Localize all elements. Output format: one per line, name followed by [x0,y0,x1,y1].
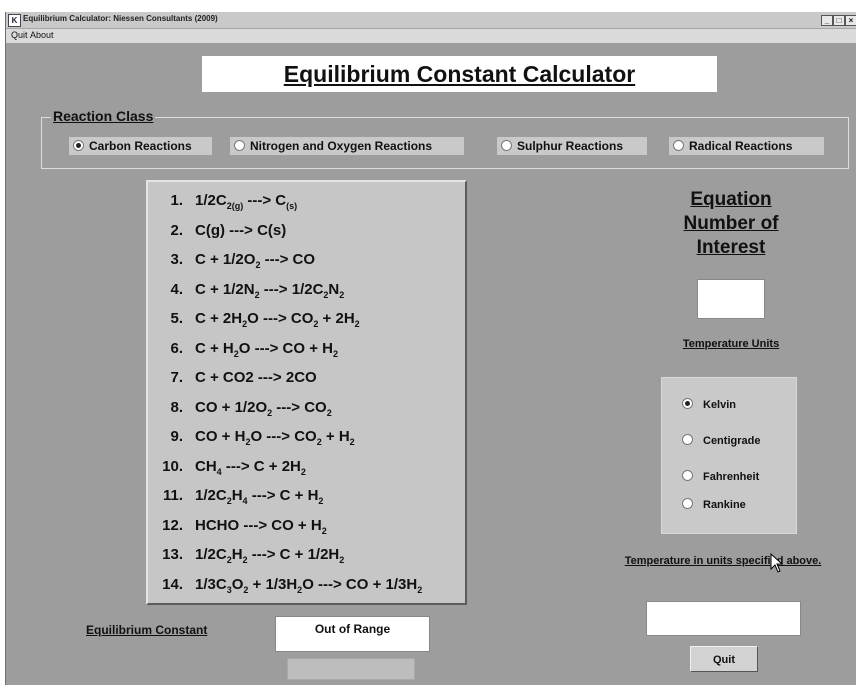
reaction-class-group: Reaction Class Carbon Reactions Nitrogen… [41,108,849,169]
equation-item[interactable]: 8. CO + 1/2O2 ---> CO2 [148,394,465,422]
equation-text: 1/2C2H2 ---> C + 1/2H2 [195,546,345,565]
equation-text: C + 1/2O2 ---> CO [195,251,316,270]
radio-label: Nitrogen and Oxygen Reactions [250,139,433,153]
radio-label: Rankine [703,499,746,511]
equation-text: 1/3C3O2 + 1/3H2O ---> CO + 1/3H2 [195,575,423,595]
equation-list[interactable]: 1. 1/2C2(g) ---> C(s) 2. C(g) ---> C(s) 3. C … [146,180,467,605]
radio-label: Centigrade [703,435,761,447]
equation-text: CH4 ---> C + 2H2 [195,457,306,477]
equation-number: 2. [170,221,183,239]
equation-item[interactable]: 14. 1/3C3O2 + 1/3H2O ---> CO + 1/3H2 [148,571,465,599]
equation-number: 12. [162,516,183,534]
app-window: K Equilibrium Calculator: Niessen Consul… [5,12,856,685]
minimize-icon[interactable]: _ [821,15,833,26]
radio-indicator [682,470,693,481]
temperature-input[interactable] [646,601,801,636]
temperature-input-label: Temperature in units specified above. [624,555,822,567]
equation-number: 4. [170,280,183,298]
equation-number: 1. [170,192,183,209]
equation-item[interactable]: 13. 1/2C2H2 ---> C + 1/2H2 [148,541,465,569]
equation-number: 5. [170,310,183,327]
radio-label: Fahrenheit [703,471,760,483]
equilibrium-constant-label: Equilibrium Constant [86,623,208,637]
equation-number: 7. [170,369,183,386]
equation-item[interactable]: 10. CH4 ---> C + 2H2 [148,453,465,481]
equation-item[interactable]: 12. HCHO ---> CO + H2 [148,512,465,540]
equation-text: C(g) ---> C(s) [195,221,287,239]
temperature-units-panel: Kelvin Centigrade Fahrenheit Rankine [661,377,797,534]
equation-number: 14. [162,575,183,593]
equation-number-input[interactable] [697,279,765,319]
close-icon[interactable]: × [845,15,856,26]
radio-label: Carbon Reactions [89,139,192,153]
menu-about[interactable]: About [30,30,54,40]
radio-indicator [682,498,693,509]
radio-radical[interactable]: Radical Reactions [669,137,824,155]
equation-number: 9. [170,428,183,445]
reaction-class-label: Reaction Class [51,108,156,124]
radio-fahrenheit[interactable]: Fahrenheit [682,470,759,483]
heading-box: Equilibrium Constant Calculator [202,56,717,92]
radio-label: Kelvin [703,399,737,411]
equation-text: CO + 1/2O2 ---> CO2 [195,398,332,418]
equation-text: 1/2C2H4 ---> C + H2 [195,487,324,506]
equation-text: 1/2C2(g) ---> C(s) [195,192,298,211]
equation-text: C + H2O ---> CO + H2 [195,339,338,359]
radio-rankine[interactable]: Rankine [682,498,746,511]
equation-item[interactable]: 3. C + 1/2O2 ---> CO [148,246,465,274]
radio-label: Radical Reactions [689,139,793,153]
equation-item[interactable]: 7. C + CO2 ---> 2CO [148,364,465,392]
title-bar[interactable]: K Equilibrium Calculator: Niessen Consul… [6,12,856,29]
radio-label: Sulphur Reactions [517,139,624,153]
radio-sulphur[interactable]: Sulphur Reactions [497,137,647,155]
menu-bar: Quit About [6,29,856,43]
radio-kelvin[interactable]: Kelvin [682,398,736,411]
equation-number: 8. [170,398,183,416]
quit-button[interactable]: Quit [690,646,758,672]
equation-number: 11. [162,487,183,504]
equation-number: 10. [162,457,183,475]
equation-item[interactable]: 6. C + H2O ---> CO + H2 [148,335,465,363]
window-title: Equilibrium Calculator: Niessen Consulta… [23,14,218,23]
equation-item[interactable]: 4. C + 1/2N2 ---> 1/2C2N2 [148,276,465,304]
equation-item[interactable]: 2. C(g) ---> C(s) [148,217,465,245]
equation-text: C + 1/2N2 ---> 1/2C2N2 [195,280,345,300]
equilibrium-constant-output: Out of Range [275,616,430,652]
calculate-button[interactable] [287,658,415,680]
equation-text: C + 2H2O ---> CO2 + 2H2 [195,310,360,329]
radio-carbon-reactions[interactable]: Carbon Reactions [69,137,212,155]
app-icon: K [8,14,21,27]
mouse-cursor-icon [770,553,784,573]
radio-indicator [234,140,245,151]
radio-indicator [501,140,512,151]
maximize-icon[interactable]: □ [833,15,845,26]
equation-item[interactable]: 9. CO + H2O ---> CO2 + H2 [148,423,465,451]
equation-item[interactable]: 5. C + 2H2O ---> CO2 + 2H2 [148,305,465,333]
radio-centigrade[interactable]: Centigrade [682,434,760,447]
equation-interest-label: Equation Number of Interest [683,189,779,258]
radio-indicator [673,140,684,151]
equation-text: HCHO ---> CO + H2 [195,516,327,536]
equation-item[interactable]: 1. 1/2C2(g) ---> C(s) [148,187,465,215]
radio-indicator [682,398,693,409]
radio-nitrogen-oxygen[interactable]: Nitrogen and Oxygen Reactions [230,137,464,155]
equation-text: CO + H2O ---> CO2 + H2 [195,428,355,447]
main-panel: Equilibrium Constant Calculator Reaction… [6,43,856,685]
page-title: Equilibrium Constant Calculator [283,61,636,87]
equation-text: C + CO2 ---> 2CO [195,369,317,386]
equation-number: 3. [170,251,183,268]
equation-item[interactable]: 11. 1/2C2H4 ---> C + H2 [148,482,465,510]
equation-number: 6. [170,339,183,357]
temperature-units-label: Temperature Units [682,338,780,350]
equation-number: 13. [162,546,183,563]
menu-quit[interactable]: Quit [11,30,28,40]
radio-indicator [682,434,693,445]
radio-indicator [73,140,84,151]
